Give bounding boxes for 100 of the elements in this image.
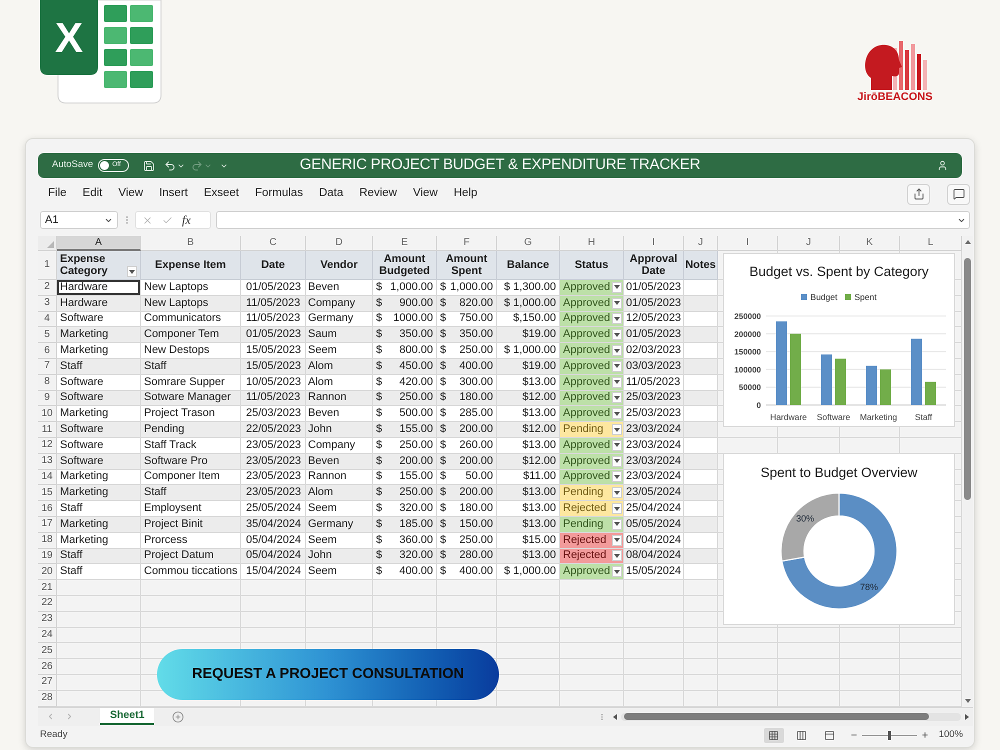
caret-icon[interactable]: [612, 345, 622, 356]
column-letter-header[interactable]: C: [241, 236, 306, 251]
caret-icon[interactable]: [612, 534, 622, 546]
menu-item[interactable]: Formulas: [255, 185, 303, 203]
menu-item[interactable]: Insert: [159, 185, 188, 203]
status-dropdown[interactable]: Pending: [560, 516, 624, 533]
zoom-level[interactable]: 100%: [938, 728, 963, 742]
row-number[interactable]: 13: [38, 454, 57, 470]
status-dropdown[interactable]: Approved: [560, 296, 624, 312]
column-letter-header[interactable]: E: [373, 236, 437, 251]
sheet-tab[interactable]: Sheet1: [100, 708, 154, 726]
status-dropdown[interactable]: Approved: [560, 327, 624, 344]
row-number[interactable]: 4: [38, 312, 57, 328]
status-dropdown[interactable]: Rejected: [560, 501, 624, 517]
row-number[interactable]: 22: [38, 596, 57, 612]
row-number[interactable]: 3: [38, 296, 57, 312]
caret-icon[interactable]: [612, 518, 622, 530]
status-dropdown[interactable]: Approved: [560, 438, 624, 454]
row-number[interactable]: 28: [38, 690, 57, 707]
column-letter-header[interactable]: B: [141, 236, 241, 251]
caret-icon[interactable]: [612, 456, 622, 467]
share-button[interactable]: [907, 184, 930, 204]
column-letter-header[interactable]: D: [306, 236, 373, 251]
status-dropdown[interactable]: Approved: [560, 280, 624, 296]
status-dropdown[interactable]: Approved: [560, 470, 624, 486]
menu-item[interactable]: Review: [359, 185, 397, 203]
row-number[interactable]: 27: [38, 674, 57, 691]
status-dropdown[interactable]: Approved: [560, 312, 624, 328]
add-sheet-icon[interactable]: [172, 710, 184, 723]
status-dropdown[interactable]: Pending: [560, 485, 624, 502]
row-number[interactable]: 1: [38, 251, 57, 280]
status-dropdown[interactable]: Approved: [560, 564, 624, 580]
column-letter-header[interactable]: H: [560, 236, 624, 251]
column-letter-header[interactable]: J: [778, 236, 840, 251]
undo-icon[interactable]: [164, 160, 176, 172]
caret-icon[interactable]: [612, 471, 622, 482]
status-dropdown[interactable]: Rejected: [560, 548, 624, 564]
row-number[interactable]: 9: [38, 390, 57, 406]
comments-button[interactable]: [947, 184, 970, 204]
row-number[interactable]: 6: [38, 343, 57, 359]
column-letter-header[interactable]: J: [684, 236, 718, 251]
caret-icon[interactable]: [612, 550, 622, 562]
row-number[interactable]: 10: [38, 406, 57, 422]
scroll-right-icon[interactable]: [965, 714, 969, 720]
status-dropdown[interactable]: Approved: [560, 406, 624, 422]
menu-item[interactable]: Exseet: [204, 185, 240, 203]
scroll-up-icon[interactable]: [964, 240, 970, 244]
status-dropdown[interactable]: Approved: [560, 374, 624, 391]
scroll-left-icon[interactable]: [613, 714, 617, 720]
caret-icon[interactable]: [612, 392, 622, 404]
column-letter-header[interactable]: A: [57, 236, 141, 251]
status-dropdown[interactable]: Approved: [560, 390, 624, 406]
caret-icon[interactable]: [612, 408, 622, 420]
caret-icon[interactable]: [612, 440, 622, 451]
caret-icon[interactable]: [612, 424, 622, 436]
menu-item[interactable]: View: [412, 185, 438, 203]
status-dropdown[interactable]: Rejected: [560, 532, 624, 549]
row-number[interactable]: 11: [38, 422, 57, 438]
view-button[interactable]: [764, 728, 784, 743]
zoom-in-icon[interactable]: [920, 731, 929, 740]
row-number[interactable]: 7: [38, 358, 57, 375]
row-number[interactable]: 21: [38, 580, 57, 596]
column-letter-header[interactable]: I: [624, 236, 684, 251]
column-letter-header[interactable]: F: [437, 236, 497, 251]
column-letter-header[interactable]: L: [900, 236, 962, 251]
caret-icon[interactable]: [612, 329, 622, 340]
column-letter-header[interactable]: K: [840, 236, 900, 251]
customize-caret-icon[interactable]: [220, 162, 228, 170]
caret-icon[interactable]: [612, 298, 622, 309]
account-icon[interactable]: [937, 160, 948, 171]
caret-icon[interactable]: [612, 376, 622, 388]
menu-item[interactable]: Data: [318, 185, 344, 203]
scrollbar-thumb[interactable]: [964, 258, 971, 500]
row-number[interactable]: 25: [38, 643, 57, 660]
column-letter-header[interactable]: G: [497, 236, 560, 251]
insert-function-button[interactable]: fx: [182, 214, 191, 226]
caret-icon[interactable]: [612, 566, 622, 578]
row-number[interactable]: 14: [38, 470, 57, 486]
row-number[interactable]: 17: [38, 516, 57, 533]
name-box[interactable]: A1: [40, 211, 118, 229]
menu-item[interactable]: View: [118, 185, 144, 203]
horizontal-scrollbar[interactable]: [621, 712, 961, 721]
row-number[interactable]: 26: [38, 659, 57, 675]
menu-item[interactable]: File: [48, 185, 67, 203]
menu-item[interactable]: Help: [454, 185, 478, 203]
row-number[interactable]: 20: [38, 564, 57, 580]
caret-icon[interactable]: [612, 313, 622, 324]
formula-input[interactable]: [216, 211, 970, 229]
zoom-slider[interactable]: [862, 730, 917, 740]
row-number[interactable]: 12: [38, 438, 57, 454]
caret-icon[interactable]: [612, 282, 622, 293]
menu-item[interactable]: Edit: [82, 185, 102, 203]
row-number[interactable]: 15: [38, 485, 57, 502]
save-icon[interactable]: [143, 160, 156, 172]
scroll-down-icon[interactable]: [964, 698, 970, 703]
row-number[interactable]: 2: [38, 280, 57, 296]
filter-dropdown-icon[interactable]: [127, 266, 137, 277]
status-dropdown[interactable]: Pending: [560, 422, 624, 438]
column-letter-header[interactable]: I: [718, 236, 778, 251]
scrollbar-thumb[interactable]: [624, 713, 929, 720]
